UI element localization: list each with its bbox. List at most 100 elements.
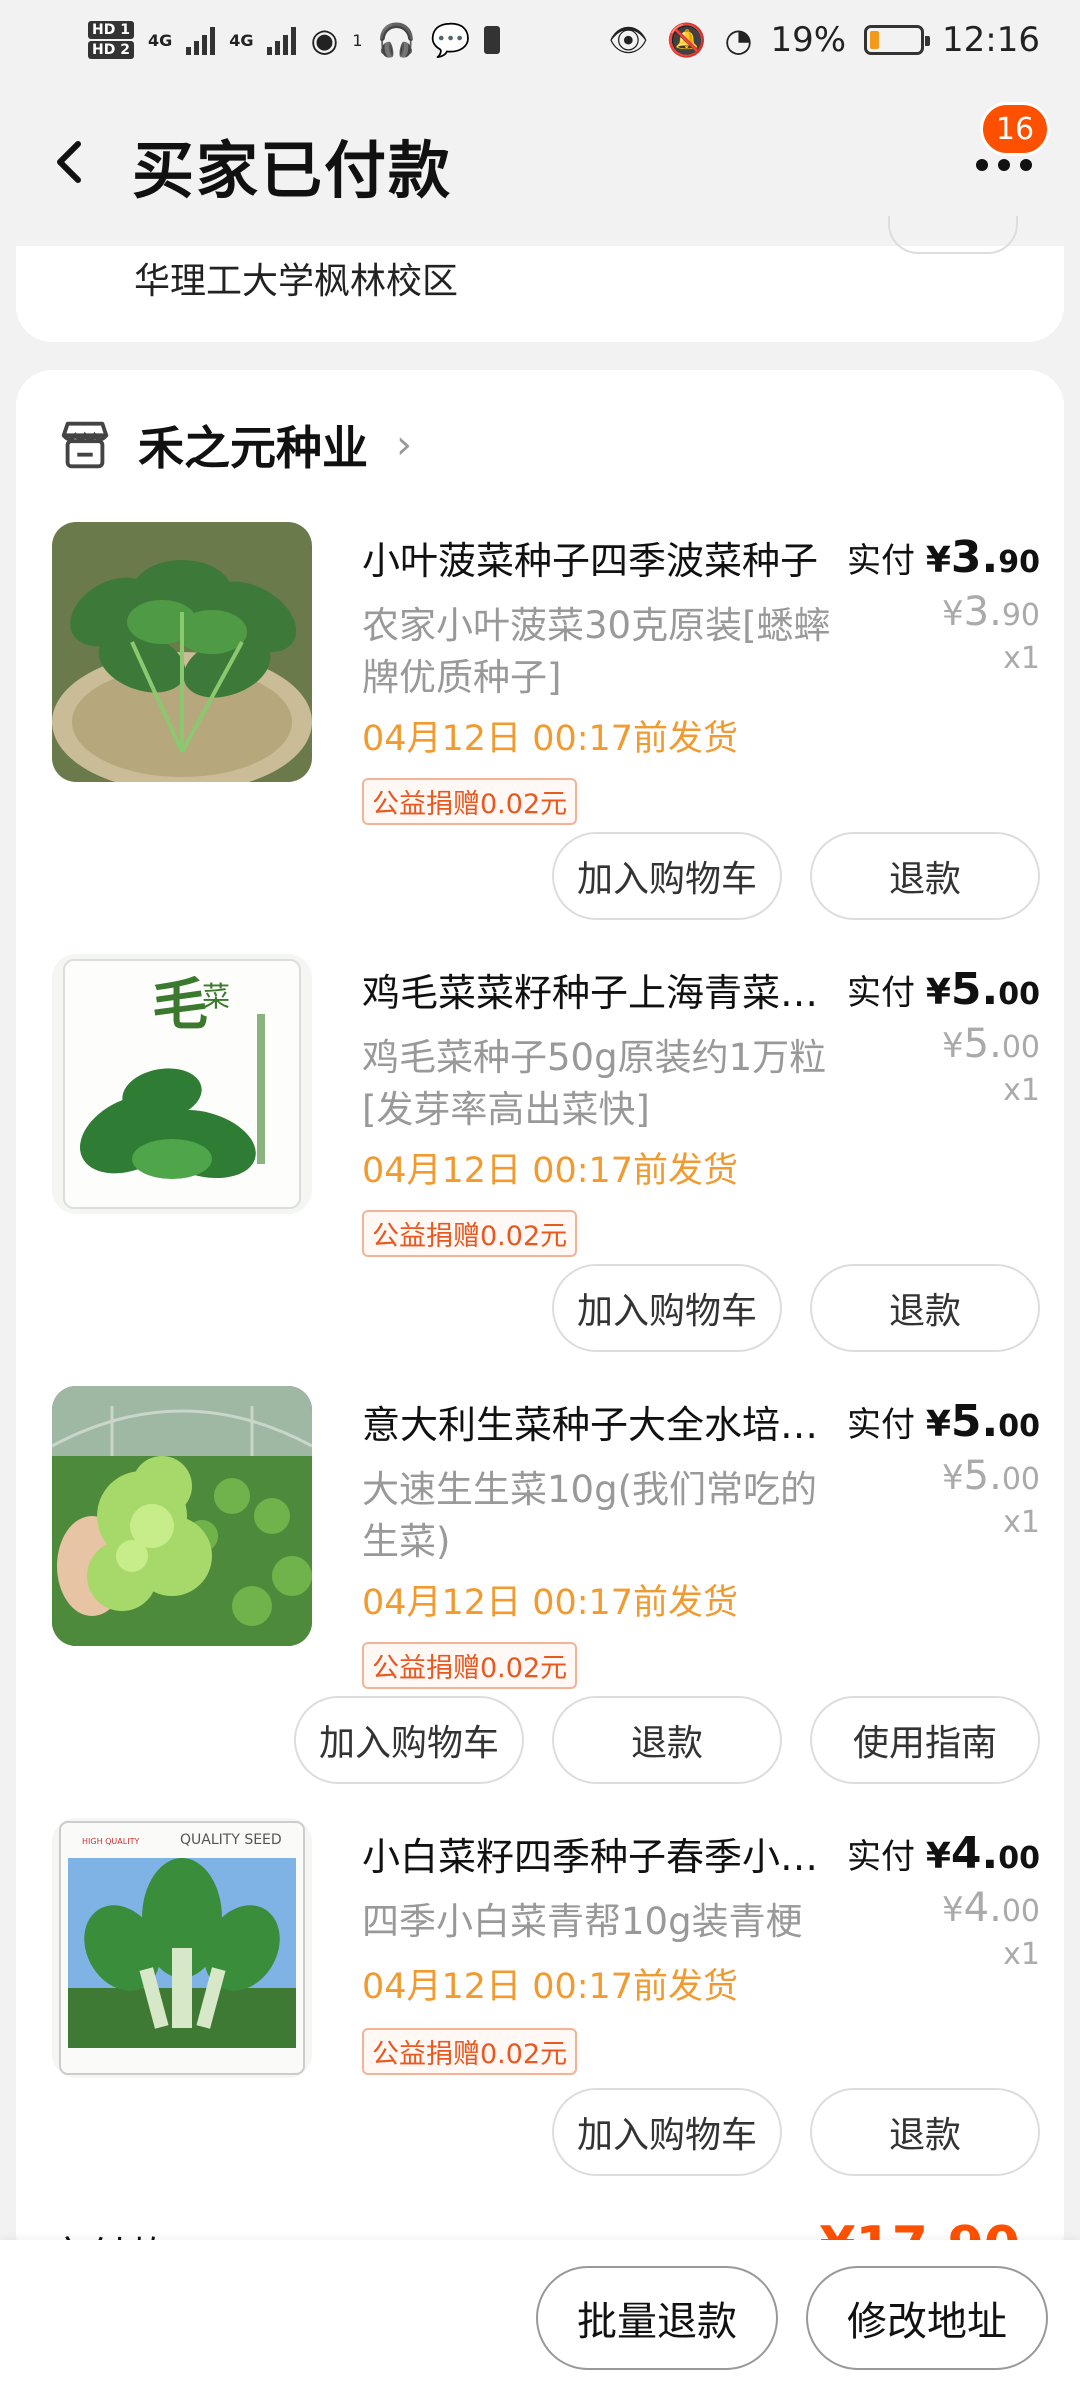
battery-icon — [864, 25, 931, 55]
batch-refund-button[interactable]: 批量退款 — [536, 2266, 778, 2370]
address-card[interactable]: 华理工大学枫林校区 — [16, 216, 1064, 342]
store-icon — [61, 421, 109, 469]
svg-text:菜: 菜 — [202, 980, 230, 1013]
product-name[interactable]: 小白菜籽四季种子春季小白菜 — [362, 1826, 842, 1881]
product-image-spinach[interactable] — [52, 522, 312, 782]
paid-label: 实付 — [847, 1405, 916, 1445]
paid-label: 实付 — [847, 541, 916, 581]
donation-tag: 公益捐赠0.02元 — [362, 778, 578, 825]
product-sku: 鸡毛菜种子50g原装约1万粒[发芽率高出菜快] — [362, 1036, 827, 1131]
product-name[interactable]: 意大利生菜种子大全水培生菜 — [362, 1394, 842, 1449]
shop-header[interactable]: 禾之元种业 › — [56, 410, 412, 480]
currency: ¥ — [942, 1026, 964, 1066]
paid-int: 5. — [950, 1396, 999, 1447]
status-bar: HD 1 HD 2 4G 4G ◉ 1 🎧 💬 👁 🔕 ◔ 19% 12:16 — [0, 0, 1080, 80]
ship-deadline: 04月12日 00:17前发货 — [362, 719, 739, 759]
orig-dec: 00 — [1001, 1894, 1040, 1929]
hd1-badge: HD 1 — [88, 21, 134, 39]
hd2-badge: HD 2 — [88, 41, 134, 59]
usage-guide-button[interactable]: 使用指南 — [810, 1696, 1040, 1784]
price-block: 实付 ¥5.00 ¥5.00 x1 — [847, 1396, 1040, 1540]
ship-deadline: 04月12日 00:17前发货 — [362, 1583, 739, 1623]
speed-icon: ◔ — [724, 21, 753, 59]
orig-int: 5. — [963, 1453, 1002, 1499]
orig-int: 5. — [963, 1021, 1002, 1067]
shop-card: 禾之元种业 › 小叶菠菜种子四季波菜种子 农家小叶菠菜30克原装[蟋蟀牌优质种子… — [16, 370, 1064, 2270]
back-button[interactable] — [40, 132, 100, 192]
clock: 12:16 — [942, 20, 1040, 60]
chevron-left-icon — [57, 141, 81, 183]
item-actions: 加入购物车 退款 使用指南 — [294, 1696, 1040, 1784]
refund-button[interactable]: 退款 — [810, 1264, 1040, 1352]
paid-int: 5. — [950, 964, 999, 1015]
product-image-bokchoy[interactable]: QUALITY SEED HIGH QUALITY — [52, 1818, 312, 2078]
product-sku: 四季小白菜青帮10g装青梗 — [362, 1900, 803, 1943]
product-image-lettuce[interactable] — [52, 1386, 312, 1646]
mute-icon: 🔕 — [666, 21, 707, 59]
network-type-2: 4G — [229, 30, 254, 50]
bottom-action-bar: 批量退款 修改地址 — [0, 2240, 1080, 2400]
price-block: 实付 ¥4.00 ¥4.00 x1 — [847, 1828, 1040, 1972]
signal-icon-2 — [267, 25, 297, 55]
order-item[interactable]: QUALITY SEED HIGH QUALITY 小白菜籽四季种子春季小白菜 … — [52, 1818, 1052, 2218]
quantity: x1 — [1003, 641, 1040, 676]
currency: ¥ — [925, 540, 951, 581]
paid-dec: 90 — [998, 545, 1040, 580]
product-sku: 农家小叶菠菜30克原装[蟋蟀牌优质种子] — [362, 604, 831, 699]
add-to-cart-button[interactable]: 加入购物车 — [294, 1696, 524, 1784]
paid-dec: 00 — [998, 1409, 1040, 1444]
hotspot-count: 1 — [352, 30, 363, 50]
hd-indicators: HD 1 HD 2 — [88, 21, 134, 59]
refund-button[interactable]: 退款 — [810, 832, 1040, 920]
price-block: 实付 ¥3.90 ¥3.90 x1 — [847, 532, 1040, 676]
headphones-icon: 🎧 — [376, 21, 417, 59]
add-to-cart-button[interactable]: 加入购物车 — [552, 1264, 782, 1352]
refund-button[interactable]: 退款 — [552, 1696, 782, 1784]
paid-label: 实付 — [847, 1837, 916, 1877]
add-to-cart-button[interactable]: 加入购物车 — [552, 2088, 782, 2176]
change-address-button[interactable]: 修改地址 — [806, 2266, 1048, 2370]
svg-text:HIGH QUALITY: HIGH QUALITY — [82, 1837, 139, 1846]
address-action-pill[interactable] — [888, 216, 1018, 254]
order-item[interactable]: 意大利生菜种子大全水培生菜 大速生生菜10g(我们常吃的生菜) 04月12日 0… — [52, 1386, 1052, 1806]
donation-tag: 公益捐赠0.02元 — [362, 1642, 578, 1689]
device-battery-icon — [484, 26, 501, 54]
page-title: 买家已付款 — [132, 134, 453, 207]
item-actions: 加入购物车 退款 — [552, 832, 1040, 920]
signal-icon-1 — [186, 25, 216, 55]
paid-int: 4. — [950, 1828, 999, 1879]
refund-button[interactable]: 退款 — [810, 2088, 1040, 2176]
network-type-1: 4G — [147, 30, 173, 50]
more-dot-icon — [1020, 159, 1032, 171]
product-name[interactable]: 小叶菠菜种子四季波菜种子 — [362, 530, 842, 585]
currency: ¥ — [925, 972, 951, 1013]
orig-dec: 00 — [1001, 1462, 1040, 1497]
product-name[interactable]: 鸡毛菜菜籽种子上海青菜种子 — [362, 962, 842, 1017]
donation-tag: 公益捐赠0.02元 — [362, 2028, 578, 2075]
currency: ¥ — [925, 1836, 951, 1877]
svg-text:毛: 毛 — [152, 972, 208, 1038]
shop-name: 禾之元种业 — [138, 421, 368, 475]
svg-text:QUALITY SEED: QUALITY SEED — [180, 1832, 282, 1848]
paid-dec: 00 — [998, 1841, 1040, 1876]
donation-tag: 公益捐赠0.02元 — [362, 1210, 578, 1257]
add-to-cart-button[interactable]: 加入购物车 — [552, 832, 782, 920]
product-image-jimaocai[interactable]: 毛 菜 — [52, 954, 312, 1214]
address-text: 华理工大学枫林校区 — [134, 261, 459, 302]
product-sku: 大速生生菜10g(我们常吃的生菜) — [362, 1468, 818, 1563]
ship-deadline: 04月12日 00:17前发货 — [362, 1151, 739, 1191]
price-block: 实付 ¥5.00 ¥5.00 x1 — [847, 964, 1040, 1108]
order-item[interactable]: 小叶菠菜种子四季波菜种子 农家小叶菠菜30克原装[蟋蟀牌优质种子] 04月12日… — [52, 522, 1052, 942]
order-item[interactable]: 毛 菜 鸡毛菜菜籽种子上海青菜种子 鸡毛菜种子50g原装约1万粒[发芽率高出菜快… — [52, 954, 1052, 1374]
quantity: x1 — [1003, 1073, 1040, 1108]
item-actions: 加入购物车 退款 — [552, 2088, 1040, 2176]
item-actions: 加入购物车 退款 — [552, 1264, 1040, 1352]
quantity: x1 — [1003, 1505, 1040, 1540]
hotspot-icon: ◉ — [310, 21, 339, 59]
ship-deadline: 04月12日 00:17前发货 — [362, 1967, 739, 2007]
orig-int: 3. — [963, 589, 1002, 635]
eye-icon: 👁 — [608, 21, 649, 59]
paid-int: 3. — [950, 532, 999, 583]
paid-dec: 00 — [998, 977, 1040, 1012]
currency: ¥ — [925, 1404, 951, 1445]
